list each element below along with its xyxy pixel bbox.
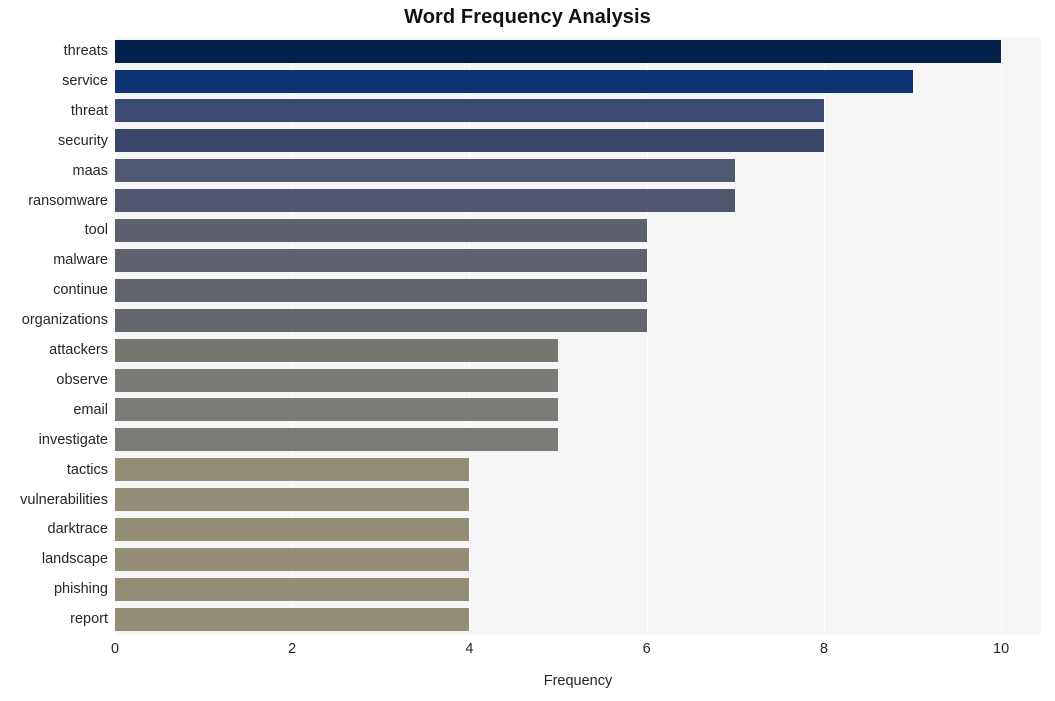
y-tick-label-malware: malware xyxy=(53,252,108,269)
y-tick-label-attackers: attackers xyxy=(49,342,108,358)
x-axis: 0 2 4 6 8 10 xyxy=(111,635,1041,665)
bar-row xyxy=(115,276,1041,305)
y-tick-label-ransomware: ransomware xyxy=(28,192,108,209)
bars-layer xyxy=(115,37,1041,635)
x-tick-label-6: 6 xyxy=(642,641,651,657)
bar-row xyxy=(115,486,1041,515)
y-tick-label-security: security xyxy=(58,132,108,149)
x-tick-label-4: 4 xyxy=(465,641,474,657)
bar-row xyxy=(115,426,1041,455)
bar-malware[interactable] xyxy=(115,248,647,272)
x-tick-label-0: 0 xyxy=(110,641,120,657)
bar-continue[interactable] xyxy=(115,278,647,302)
y-axis: threats service threat security maas ransomwa… xyxy=(0,37,108,635)
bar-row xyxy=(115,127,1041,156)
bar-row xyxy=(115,246,1041,275)
y-tick-label-landscape: landscape xyxy=(41,551,108,568)
bar-row xyxy=(115,157,1041,186)
bar-row xyxy=(115,456,1041,485)
bar-tool[interactable] xyxy=(115,219,647,243)
bar-row xyxy=(115,515,1041,544)
bar-row xyxy=(115,366,1041,395)
bar-attackers[interactable] xyxy=(115,338,559,362)
y-tick-label-tool: tool xyxy=(84,222,108,239)
y-tick-label-maas: maas xyxy=(72,162,108,179)
bar-row xyxy=(115,67,1041,96)
bar-darktrace[interactable] xyxy=(115,518,470,542)
x-tick-label-10: 10 xyxy=(993,641,1010,657)
plot-area xyxy=(115,37,1041,635)
y-tick-label-threats: threats xyxy=(63,43,108,59)
bar-landscape[interactable] xyxy=(115,547,470,571)
y-tick-label-investigate: investigate xyxy=(38,431,108,448)
bar-row xyxy=(115,306,1041,335)
y-tick-label-report: report xyxy=(70,611,108,628)
bar-service[interactable] xyxy=(115,69,913,93)
y-tick-label-service: service xyxy=(62,72,108,89)
bar-report[interactable] xyxy=(115,607,470,631)
bar-row xyxy=(115,37,1041,66)
bar-phishing[interactable] xyxy=(115,577,470,601)
bar-row xyxy=(115,575,1041,604)
chart-title: Word Frequency Analysis xyxy=(404,6,651,28)
bar-tactics[interactable] xyxy=(115,458,470,482)
y-tick-label-vulnerabilities: vulnerabilities xyxy=(20,491,108,508)
bar-organizations[interactable] xyxy=(115,308,647,332)
y-tick-label-phishing: phishing xyxy=(53,581,108,598)
bar-row xyxy=(115,216,1041,245)
x-axis-title: Frequency xyxy=(543,673,613,689)
bar-threat[interactable] xyxy=(115,99,824,123)
bar-row xyxy=(115,605,1041,634)
bar-observe[interactable] xyxy=(115,368,559,392)
y-tick-label-tactics: tactics xyxy=(66,461,108,478)
bar-threats[interactable] xyxy=(115,39,1002,63)
y-tick-label-continue: continue xyxy=(53,282,108,299)
y-tick-label-darktrace: darktrace xyxy=(47,521,108,538)
bar-security[interactable] xyxy=(115,129,824,153)
bar-ransomware[interactable] xyxy=(115,189,736,213)
y-tick-label-threat: threat xyxy=(70,102,108,119)
y-tick-label-organizations: organizations xyxy=(21,312,108,329)
bar-email[interactable] xyxy=(115,398,559,422)
x-tick-label-8: 8 xyxy=(819,641,828,657)
chart-figure: Word Frequency Analysis threats service th… xyxy=(0,0,1055,701)
bar-row xyxy=(115,545,1041,574)
bar-row xyxy=(115,187,1041,216)
y-tick-label-observe: observe xyxy=(56,371,108,388)
x-tick-label-2: 2 xyxy=(288,641,297,657)
bar-row xyxy=(115,97,1041,126)
bar-row xyxy=(115,396,1041,425)
bar-vulnerabilities[interactable] xyxy=(115,488,470,512)
bar-maas[interactable] xyxy=(115,159,736,183)
bar-investigate[interactable] xyxy=(115,428,559,452)
bar-row xyxy=(115,336,1041,365)
y-tick-label-email: email xyxy=(73,401,108,418)
